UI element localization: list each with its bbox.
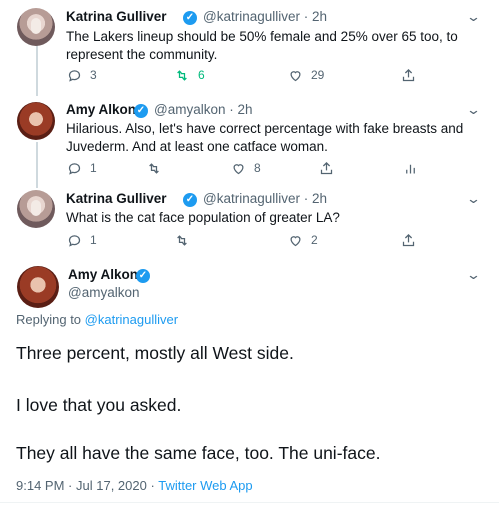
verified-badge-icon: ✓ bbox=[134, 104, 148, 118]
tweet-paragraph: They all have the same face, too. The un… bbox=[16, 443, 381, 463]
chevron-down-icon[interactable]: ⌄ bbox=[466, 267, 481, 283]
like-icon bbox=[287, 232, 303, 248]
tweet-text: What is the cat face population of great… bbox=[66, 209, 486, 227]
tweet-text-line: The Lakers lineup should be 50% female a… bbox=[66, 29, 458, 44]
author-handle[interactable]: @amyalkon bbox=[68, 285, 139, 300]
tweet-1[interactable]: Katrina Gulliver ✓ @katrinagulliver · 2h… bbox=[0, 0, 499, 96]
avatar[interactable] bbox=[17, 102, 55, 140]
reply-button[interactable]: 3 bbox=[66, 67, 97, 83]
share-button[interactable] bbox=[400, 232, 424, 248]
retweet-icon bbox=[174, 232, 190, 248]
tweet-time[interactable]: 9:14 PM bbox=[16, 478, 64, 493]
replying-prefix: Replying to bbox=[16, 312, 82, 327]
source-app-link[interactable]: Twitter Web App bbox=[158, 478, 252, 493]
reply-count: 3 bbox=[90, 68, 97, 82]
retweet-button[interactable] bbox=[174, 232, 198, 248]
like-icon bbox=[287, 67, 303, 83]
reply-icon bbox=[66, 160, 82, 176]
share-icon bbox=[400, 67, 416, 83]
focused-tweet: Amy Alkon ✓ @amyalkon ⌄ bbox=[0, 254, 499, 508]
like-icon bbox=[230, 160, 246, 176]
author-handle: @amyalkon bbox=[154, 102, 226, 117]
avatar[interactable] bbox=[17, 190, 55, 228]
retweet-button[interactable] bbox=[146, 160, 170, 176]
separator: · bbox=[229, 102, 234, 117]
chevron-down-icon[interactable]: ⌄ bbox=[466, 102, 481, 118]
retweet-count: 6 bbox=[198, 68, 205, 82]
tweet-text: The Lakers lineup should be 50% female a… bbox=[66, 28, 486, 64]
tweet-time: 2h bbox=[312, 9, 328, 24]
verified-badge-icon: ✓ bbox=[136, 269, 150, 283]
separator: · bbox=[68, 478, 73, 493]
replying-to-link[interactable]: @katrinagulliver bbox=[85, 312, 178, 327]
retweet-button[interactable]: 6 bbox=[174, 67, 205, 83]
tweet-actions: 1 2 bbox=[66, 232, 486, 250]
reply-button[interactable]: 1 bbox=[66, 232, 97, 248]
author-name[interactable]: Katrina Gulliver bbox=[66, 9, 167, 24]
retweet-icon bbox=[174, 67, 190, 83]
separator: · bbox=[150, 478, 155, 493]
verified-badge-icon: ✓ bbox=[183, 193, 197, 207]
reply-icon bbox=[66, 232, 82, 248]
reply-count: 1 bbox=[90, 161, 97, 175]
tweet-time: 2h bbox=[237, 102, 253, 117]
tweet-actions: 1 8 bbox=[66, 160, 486, 178]
tweet-metadata: 9:14 PM · Jul 17, 2020 · Twitter Web App bbox=[16, 478, 253, 493]
author-handle-time[interactable]: @katrinagulliver · 2h bbox=[203, 9, 327, 24]
share-icon bbox=[400, 232, 416, 248]
divider bbox=[0, 502, 499, 503]
tweet-text-line: Juvederm. And at least one catface woman… bbox=[66, 139, 328, 154]
author-handle: @katrinagulliver bbox=[203, 191, 300, 206]
tweet-paragraph: I love that you asked. bbox=[16, 395, 182, 415]
separator: · bbox=[303, 9, 309, 24]
like-count: 29 bbox=[311, 68, 325, 82]
author-name[interactable]: Amy Alkon bbox=[68, 267, 138, 282]
like-count: 8 bbox=[254, 161, 261, 175]
tweet-paragraph: Three percent, mostly all West side. bbox=[16, 343, 294, 363]
like-button[interactable]: 29 bbox=[287, 67, 324, 83]
tweet-text-line: What is the cat face population of great… bbox=[66, 210, 340, 225]
tweet-text-line: represent the community. bbox=[66, 47, 218, 62]
reply-icon bbox=[66, 67, 82, 83]
tweet-text: Hilarious. Also, let's have correct perc… bbox=[66, 120, 486, 156]
author-name[interactable]: Katrina Gulliver bbox=[66, 191, 167, 206]
chevron-down-icon[interactable]: ⌄ bbox=[466, 9, 481, 25]
share-button[interactable] bbox=[318, 160, 342, 176]
tweet-3[interactable]: Katrina Gulliver ✓ @katrinagulliver · 2h… bbox=[0, 182, 499, 254]
like-button[interactable]: 2 bbox=[287, 232, 318, 248]
tweet-text-line: Hilarious. Also, let's have correct perc… bbox=[66, 121, 464, 136]
separator: · bbox=[303, 191, 309, 206]
reply-button[interactable]: 1 bbox=[66, 160, 97, 176]
author-handle: @katrinagulliver bbox=[203, 9, 300, 24]
share-button[interactable] bbox=[400, 67, 424, 83]
retweet-icon bbox=[146, 160, 162, 176]
like-button[interactable]: 8 bbox=[230, 160, 261, 176]
chevron-down-icon[interactable]: ⌄ bbox=[466, 191, 481, 207]
replying-to: Replying to @katrinagulliver bbox=[16, 312, 178, 327]
tweet-actions: 3 6 29 bbox=[66, 67, 486, 85]
reply-count: 1 bbox=[90, 233, 97, 247]
author-handle-time[interactable]: @amyalkon · 2h bbox=[154, 102, 253, 117]
share-icon bbox=[318, 160, 334, 176]
analytics-icon bbox=[402, 160, 418, 176]
avatar[interactable] bbox=[17, 266, 59, 308]
tweet-time: 2h bbox=[312, 191, 328, 206]
author-handle-time[interactable]: @katrinagulliver · 2h bbox=[203, 191, 327, 206]
author-name[interactable]: Amy Alkon bbox=[66, 102, 136, 117]
verified-badge-icon: ✓ bbox=[183, 11, 197, 25]
like-count: 2 bbox=[311, 233, 318, 247]
avatar[interactable] bbox=[17, 8, 55, 46]
tweet-2[interactable]: Amy Alkon ✓ @amyalkon · 2h ⌄ Hilarious. … bbox=[0, 96, 499, 182]
tweet-date[interactable]: Jul 17, 2020 bbox=[76, 478, 147, 493]
analytics-button[interactable] bbox=[402, 160, 426, 176]
